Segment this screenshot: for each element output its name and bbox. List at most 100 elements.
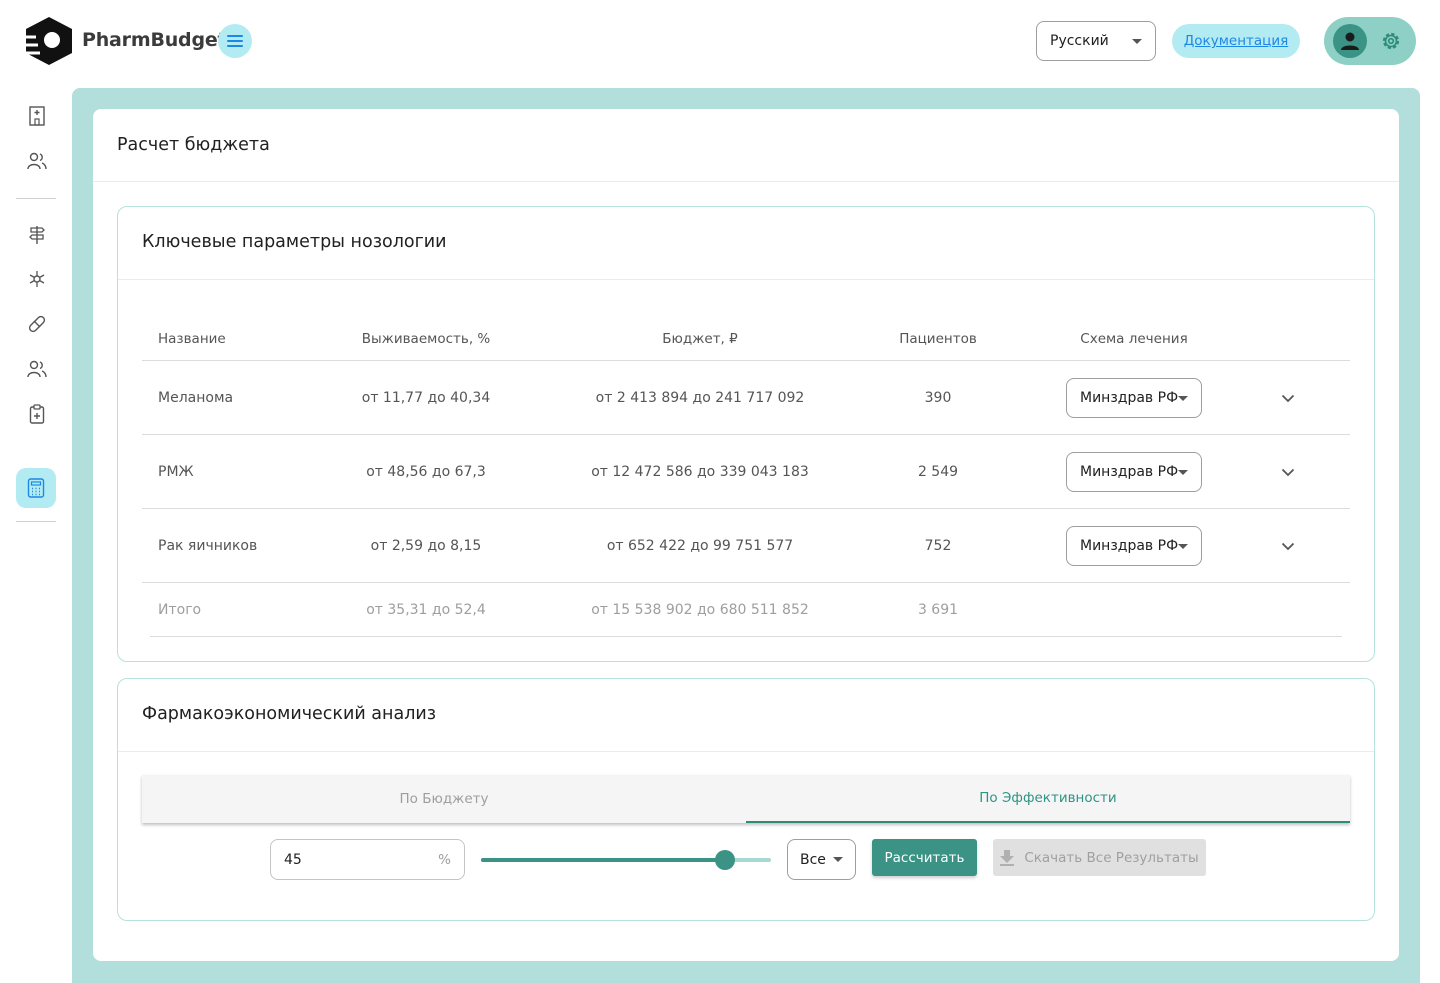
- divider: [93, 181, 1399, 182]
- download-all-button[interactable]: Скачать Все Результаты: [993, 839, 1206, 876]
- table-row: Меланома от 11,77 до 40,34 от 2 413 894 …: [142, 361, 1350, 435]
- logo-icon: [22, 17, 72, 65]
- row-patients: 752: [924, 538, 952, 554]
- avatar[interactable]: [1333, 24, 1367, 58]
- expand-row-button[interactable]: [1270, 435, 1306, 509]
- chevron-down-icon: [1281, 468, 1295, 476]
- table-row: Рак яичников от 2,59 до 8,15 от 652 422 …: [142, 509, 1350, 583]
- row-survival: от 11,77 до 40,34: [361, 390, 491, 406]
- row-survival: от 48,56 до 67,3: [366, 464, 486, 480]
- column-header-patients: Пациентов: [899, 330, 977, 347]
- nosology-title: Ключевые параметры нозологии: [142, 232, 447, 252]
- sidebar-item-clipboard[interactable]: [26, 403, 48, 425]
- sidebar-item-patients[interactable]: [26, 358, 48, 380]
- hospital-icon: [29, 106, 45, 126]
- download-label: Скачать Все Результаты: [1024, 849, 1199, 866]
- column-header-budget: Бюджет, ₽: [662, 330, 738, 347]
- table-header: Название Выживаемость, % Бюджет, ₽ Пацие…: [142, 317, 1350, 361]
- menu-toggle-button[interactable]: [218, 24, 252, 58]
- scheme-cell: Минздрав РФ: [1054, 361, 1214, 435]
- total-patients: 3 691: [917, 602, 959, 618]
- table-total-row: Итого от 35,31 до 52,4 от 15 538 902 до …: [142, 583, 1350, 637]
- scheme-select[interactable]: Минздрав РФ: [1066, 526, 1202, 566]
- clipboard-icon: [29, 404, 45, 424]
- molecule-icon: [29, 271, 45, 287]
- budget-panel: Расчет бюджета Ключевые параметры нозоло…: [93, 109, 1399, 961]
- row-patients: 390: [924, 390, 952, 406]
- column-header-name: Название: [158, 330, 226, 347]
- row-survival: от 2,59 до 8,15: [370, 538, 482, 554]
- chevron-down-icon: [1281, 394, 1295, 402]
- scheme-cell: Минздрав РФ: [1054, 509, 1214, 583]
- chevron-down-icon: [833, 857, 843, 862]
- pill-icon: [28, 315, 46, 333]
- row-name: РМЖ: [158, 464, 194, 480]
- total-name: Итого: [158, 602, 202, 618]
- sidebar-item-budget-calc[interactable]: [16, 468, 56, 508]
- page-title: Расчет бюджета: [117, 135, 270, 155]
- slider-thumb[interactable]: [714, 850, 735, 870]
- download-icon: [1000, 849, 1015, 866]
- sidebar: [0, 88, 72, 983]
- scheme-cell: Минздрав РФ: [1054, 435, 1214, 509]
- sidebar-item-drugs[interactable]: [26, 313, 48, 335]
- percent-slider[interactable]: [481, 850, 771, 870]
- filter-select[interactable]: Все: [787, 839, 856, 880]
- row-name: Меланома: [158, 390, 234, 406]
- analysis-controls: 45 % Все Рассчитать Скачать Все Результа…: [118, 839, 1374, 881]
- row-patients: 2 549: [917, 464, 959, 480]
- row-divider: [150, 636, 1342, 637]
- user-icon: [1341, 32, 1359, 50]
- table-row: РМЖ от 48,56 до 67,3 от 12 472 586 до 33…: [142, 435, 1350, 509]
- percent-unit: %: [438, 852, 451, 868]
- sidebar-item-hospital[interactable]: [26, 105, 48, 127]
- sidebar-item-directions[interactable]: [26, 224, 48, 246]
- tab-by-budget[interactable]: По Бюджету: [142, 775, 746, 823]
- chevron-down-icon: [1132, 39, 1142, 44]
- calculator-icon: [27, 478, 45, 498]
- analysis-title: Фармакоэкономический анализ: [142, 704, 437, 724]
- scheme-value: Минздрав РФ: [1080, 464, 1179, 480]
- documentation-link[interactable]: Документация: [1172, 24, 1300, 58]
- tab-by-efficiency[interactable]: По Эффективности: [746, 775, 1350, 823]
- calculate-button[interactable]: Рассчитать: [872, 839, 977, 876]
- sidebar-item-molecule[interactable]: [26, 268, 48, 290]
- main-content: Расчет бюджета Ключевые параметры нозоло…: [72, 88, 1420, 983]
- app-header: PharmBudget Русский Документация: [0, 0, 1440, 88]
- analysis-tabs: По Бюджету По Эффективности: [142, 775, 1350, 823]
- scheme-select[interactable]: Минздрав РФ: [1066, 452, 1202, 492]
- chevron-down-icon: [1178, 470, 1188, 475]
- nosology-card: Ключевые параметры нозологии Название Вы…: [117, 206, 1375, 662]
- row-budget: от 2 413 894 до 241 717 092: [595, 390, 805, 406]
- filter-value: Все: [800, 851, 826, 868]
- percent-input[interactable]: 45 %: [270, 839, 465, 880]
- column-header-scheme: Схема лечения: [1080, 330, 1188, 347]
- sidebar-divider: [16, 198, 56, 199]
- chevron-down-icon: [1178, 544, 1188, 549]
- row-budget: от 12 472 586 до 339 043 183: [591, 464, 809, 480]
- divider: [118, 279, 1374, 280]
- divider: [118, 751, 1374, 752]
- chevron-down-icon: [1281, 542, 1295, 550]
- row-name: Рак яичников: [158, 538, 258, 554]
- signpost-icon: [29, 226, 45, 244]
- hamburger-icon: [227, 35, 243, 47]
- people-icon: [27, 152, 47, 170]
- analysis-card: Фармакоэкономический анализ По Бюджету П…: [117, 678, 1375, 921]
- total-survival: от 35,31 до 52,4: [366, 602, 486, 618]
- language-value: Русский: [1050, 33, 1109, 49]
- gear-icon[interactable]: [1379, 29, 1403, 53]
- brand-name: PharmBudget: [82, 29, 227, 51]
- slider-track: [481, 858, 725, 862]
- language-select[interactable]: Русский: [1036, 21, 1156, 61]
- row-budget: от 652 422 до 99 751 577: [606, 538, 794, 554]
- scheme-select[interactable]: Минздрав РФ: [1066, 378, 1202, 418]
- expand-row-button[interactable]: [1270, 509, 1306, 583]
- scheme-value: Минздрав РФ: [1080, 390, 1179, 406]
- scheme-value: Минздрав РФ: [1080, 538, 1179, 554]
- chevron-down-icon: [1178, 396, 1188, 401]
- sidebar-item-people[interactable]: [26, 150, 48, 172]
- user-controls: [1324, 17, 1416, 65]
- sidebar-divider: [16, 521, 56, 522]
- expand-row-button[interactable]: [1270, 361, 1306, 435]
